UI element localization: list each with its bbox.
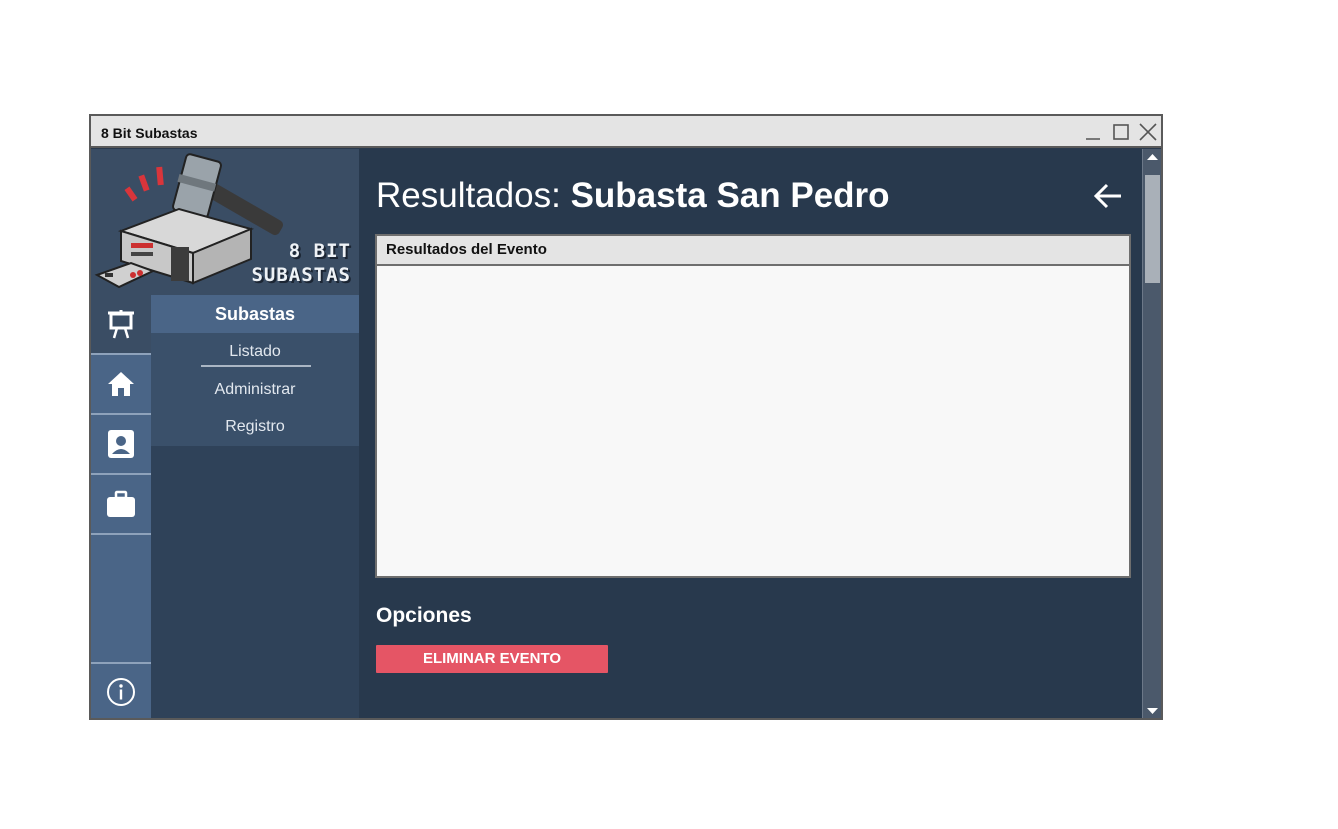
- submenu-header: Subastas: [151, 295, 359, 333]
- window-titlebar[interactable]: 8 Bit Subastas: [91, 116, 1161, 148]
- submenu-active-underline: [201, 365, 311, 367]
- presentation-board-icon: [108, 310, 134, 339]
- results-panel-header: Resultados del Evento: [377, 236, 1129, 266]
- logo-line-2: SUBASTAS: [251, 264, 351, 286]
- submenu-panel: Subastas Listado Administrar Registro: [151, 295, 359, 718]
- main-content: Resultados: Subasta San Pedro Resultados…: [359, 149, 1142, 718]
- rail-item-subastas[interactable]: [91, 295, 151, 355]
- minimize-icon[interactable]: [1083, 122, 1103, 142]
- page-title: Resultados: Subasta San Pedro: [376, 176, 890, 216]
- close-icon[interactable]: [1138, 122, 1158, 142]
- rail-item-info[interactable]: [91, 662, 151, 718]
- info-icon: [107, 678, 135, 706]
- logo-line-1: 8 BIT: [288, 240, 351, 262]
- scroll-down-icon[interactable]: [1146, 706, 1159, 716]
- icon-rail: [91, 295, 151, 718]
- submenu-item-administrar[interactable]: Administrar: [151, 381, 359, 399]
- submenu-block: Subastas Listado Administrar Registro: [151, 295, 359, 446]
- rail-item-briefcase[interactable]: [91, 475, 151, 535]
- delete-event-button[interactable]: ELIMINAR EVENTO: [376, 645, 608, 673]
- app-logo: 8 BIT SUBASTAS: [91, 149, 359, 295]
- app-window: 8 Bit Subastas 8 BIT SUBASTAS Subastas L…: [89, 114, 1163, 720]
- scroll-up-icon[interactable]: [1146, 152, 1159, 162]
- back-arrow-icon[interactable]: [1092, 180, 1124, 212]
- window-title: 8 Bit Subastas: [101, 125, 198, 141]
- vertical-scrollbar[interactable]: [1142, 149, 1161, 718]
- briefcase-icon: [107, 490, 135, 517]
- maximize-icon[interactable]: [1111, 122, 1131, 142]
- results-panel: Resultados del Evento: [375, 234, 1131, 578]
- page-title-event: Subasta San Pedro: [570, 176, 890, 215]
- rail-item-home[interactable]: [91, 355, 151, 415]
- page-title-prefix: Resultados:: [376, 176, 571, 215]
- home-icon: [108, 372, 134, 396]
- rail-item-contact[interactable]: [91, 415, 151, 475]
- scroll-thumb[interactable]: [1145, 175, 1160, 283]
- submenu-item-listado[interactable]: Listado: [151, 343, 359, 361]
- submenu-item-registro[interactable]: Registro: [151, 418, 359, 436]
- options-title: Opciones: [376, 604, 472, 627]
- contact-card-icon: [108, 430, 134, 458]
